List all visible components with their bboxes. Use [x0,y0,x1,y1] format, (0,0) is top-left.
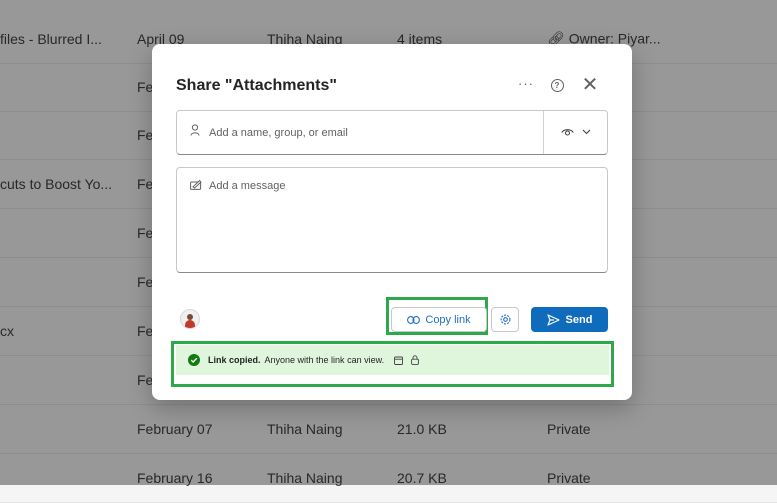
lock-icon[interactable] [411,355,419,365]
send-label: Send [565,313,593,326]
send-button[interactable]: Send [531,307,608,332]
more-options-button[interactable]: ··· [514,72,538,94]
avatar-body [185,320,195,328]
success-check-icon [188,354,200,366]
send-icon [546,313,560,326]
divider [543,111,544,154]
more-icon: ··· [518,75,534,91]
banner-message: Anyone with the link can view. [264,355,385,365]
banner-title: Link copied. [208,355,261,365]
link-icon [407,315,421,324]
help-icon: ? [550,78,564,92]
close-icon: ✕ [581,73,599,96]
permission-dropdown[interactable] [551,121,601,143]
help-button[interactable]: ? [545,74,569,96]
chevron-down-icon [582,129,591,135]
link-copied-banner: Link copied. Anyone with the link can vi… [176,345,609,375]
dialog-title: Share "Attachments" [176,77,337,94]
link-settings-button[interactable] [491,307,519,332]
person-icon [190,124,200,136]
share-dialog: Share "Attachments" ··· ? ✕ Add a name, … [152,44,632,400]
message-field[interactable] [176,167,608,273]
edit-message-icon [190,180,202,190]
calendar-icon[interactable] [394,356,404,365]
copy-link-button[interactable]: Copy link [391,307,487,332]
avatar[interactable] [180,309,200,329]
gear-icon [500,314,510,325]
copy-link-label: Copy link [425,313,471,326]
recipients-field[interactable] [176,110,608,155]
close-button[interactable]: ✕ [578,73,602,96]
message-input[interactable] [209,180,599,260]
recipients-input[interactable] [209,123,529,143]
eye-icon [561,128,574,136]
